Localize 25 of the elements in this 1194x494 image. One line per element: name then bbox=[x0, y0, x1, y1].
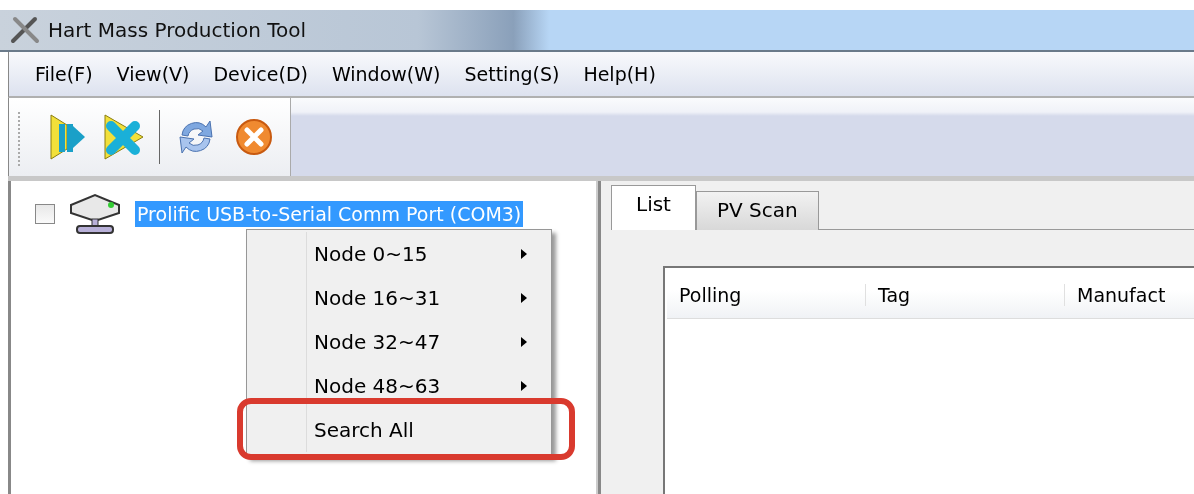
menu-item[interactable]: View(V) bbox=[116, 63, 190, 85]
submenu-arrow-icon bbox=[521, 249, 527, 259]
tab[interactable]: PV Scan bbox=[695, 191, 819, 230]
column-header[interactable]: Polling bbox=[667, 284, 866, 306]
menu-item[interactable]: Window(W) bbox=[331, 63, 441, 85]
column-header[interactable]: Tag bbox=[866, 284, 1065, 306]
window-title: Hart Mass Production Tool bbox=[48, 18, 307, 42]
submenu-arrow-icon bbox=[521, 293, 527, 303]
cross-icon[interactable] bbox=[101, 112, 145, 162]
menu-item[interactable]: Search All bbox=[247, 408, 551, 452]
tools-icon bbox=[10, 16, 40, 44]
menu-item[interactable]: Node 0~15 bbox=[247, 232, 551, 276]
play-icon[interactable] bbox=[47, 112, 87, 162]
menu-item[interactable]: Help(H) bbox=[583, 63, 656, 85]
tab[interactable]: List bbox=[611, 185, 696, 230]
menu-item[interactable]: Device(D) bbox=[213, 63, 308, 85]
column-header[interactable]: Manufact bbox=[1065, 284, 1194, 306]
menu-item[interactable]: File(F) bbox=[35, 63, 93, 85]
menu-item[interactable]: Setting(S) bbox=[464, 63, 560, 85]
menu-item[interactable]: Node 48~63 bbox=[247, 364, 551, 408]
checkbox[interactable] bbox=[35, 204, 55, 224]
menu-item[interactable]: Node 16~31 bbox=[247, 276, 551, 320]
submenu-arrow-icon bbox=[521, 381, 527, 391]
menu-item[interactable]: Node 32~47 bbox=[247, 320, 551, 364]
submenu-arrow-icon bbox=[521, 337, 527, 347]
